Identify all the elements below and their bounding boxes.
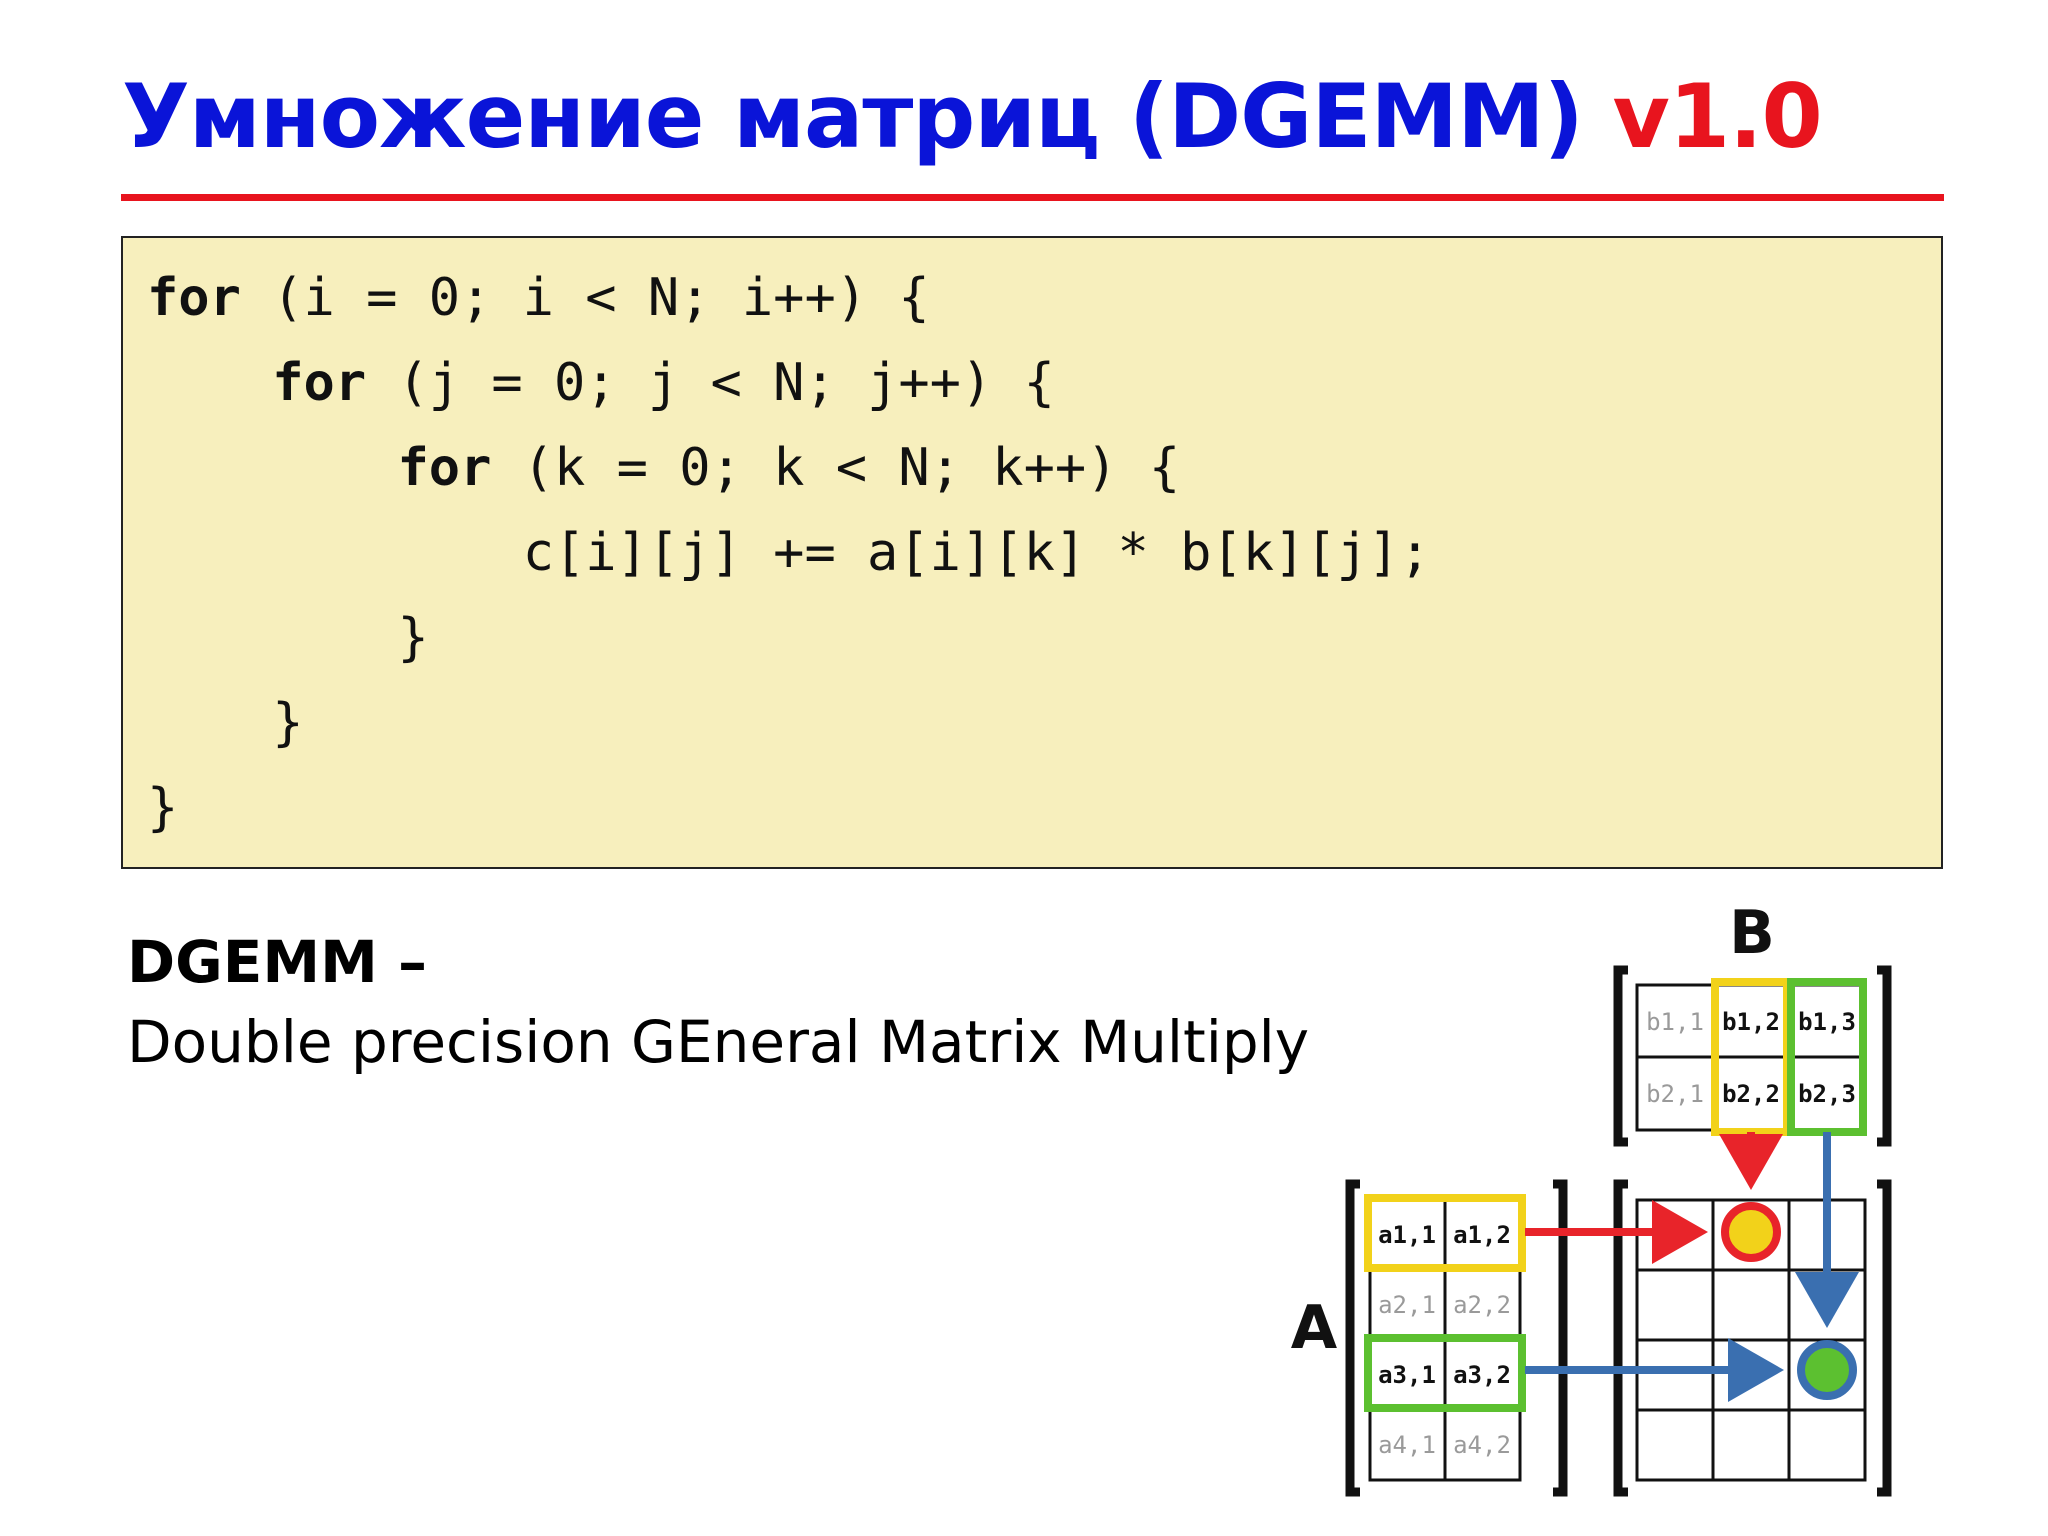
code-line-3: for (k = 0; k < N; k++) { <box>397 438 1181 498</box>
cell-a42: a4,2 <box>1453 1431 1511 1459</box>
code-line-7: } <box>147 778 179 838</box>
cell-a31: a3,1 <box>1378 1361 1436 1389</box>
slide-title: Умножение матриц (DGEMM) v1.0 <box>122 62 1823 172</box>
cell-a22: a2,2 <box>1453 1291 1511 1319</box>
code-line-2: for (j = 0; j < N; j++) { <box>272 353 1055 413</box>
result-c33-marker <box>1797 1340 1857 1400</box>
matrix-a-label: A <box>1291 1293 1338 1363</box>
code-block: for (i = 0; i < N; i++) { for (j = 0; j … <box>121 236 1943 869</box>
cell-b22: b2,2 <box>1722 1080 1780 1108</box>
title-underline <box>121 194 1944 201</box>
cell-b12: b1,2 <box>1722 1008 1780 1036</box>
matrix-a: a1,1 a1,2 a2,1 a2,2 a3,1 a3,2 a4,1 a4,2 <box>1364 1194 1526 1482</box>
code-line-4: c[i][j] += a[i][k] * b[k][j]; <box>522 523 1431 583</box>
matrix-b: b1,1 b1,2 b1,3 b2,1 b2,2 b2,3 <box>1635 978 1867 1136</box>
cell-a12: a1,2 <box>1453 1221 1511 1249</box>
cell-a41: a4,1 <box>1378 1431 1436 1459</box>
cell-b11: b1,1 <box>1646 1008 1704 1036</box>
definition-text: Double precision GEneral Matrix Multiply <box>127 1008 1310 1076</box>
code-line-1: for (i = 0; i < N; i++) { <box>147 268 930 328</box>
cell-a11: a1,1 <box>1378 1221 1436 1249</box>
cell-b21: b2,1 <box>1646 1080 1704 1108</box>
cell-b23: b2,3 <box>1798 1080 1856 1108</box>
definition-heading: DGEMM – <box>127 928 427 996</box>
result-c12-marker <box>1721 1202 1781 1262</box>
code-line-5: } <box>397 608 429 668</box>
title-main: Умножение матриц (DGEMM) <box>122 65 1584 168</box>
cell-a32: a3,2 <box>1453 1361 1511 1389</box>
code-line-6: } <box>272 693 304 753</box>
cell-a21: a2,1 <box>1378 1291 1436 1319</box>
title-version: v1.0 <box>1612 65 1823 168</box>
matrix-multiply-diagram: B b1,1 b1,2 b1,3 b2,1 b2,2 b2,3 A a1,1 a <box>1291 898 1892 1497</box>
cell-b13: b1,3 <box>1798 1008 1856 1036</box>
matrix-b-label: B <box>1729 898 1775 968</box>
